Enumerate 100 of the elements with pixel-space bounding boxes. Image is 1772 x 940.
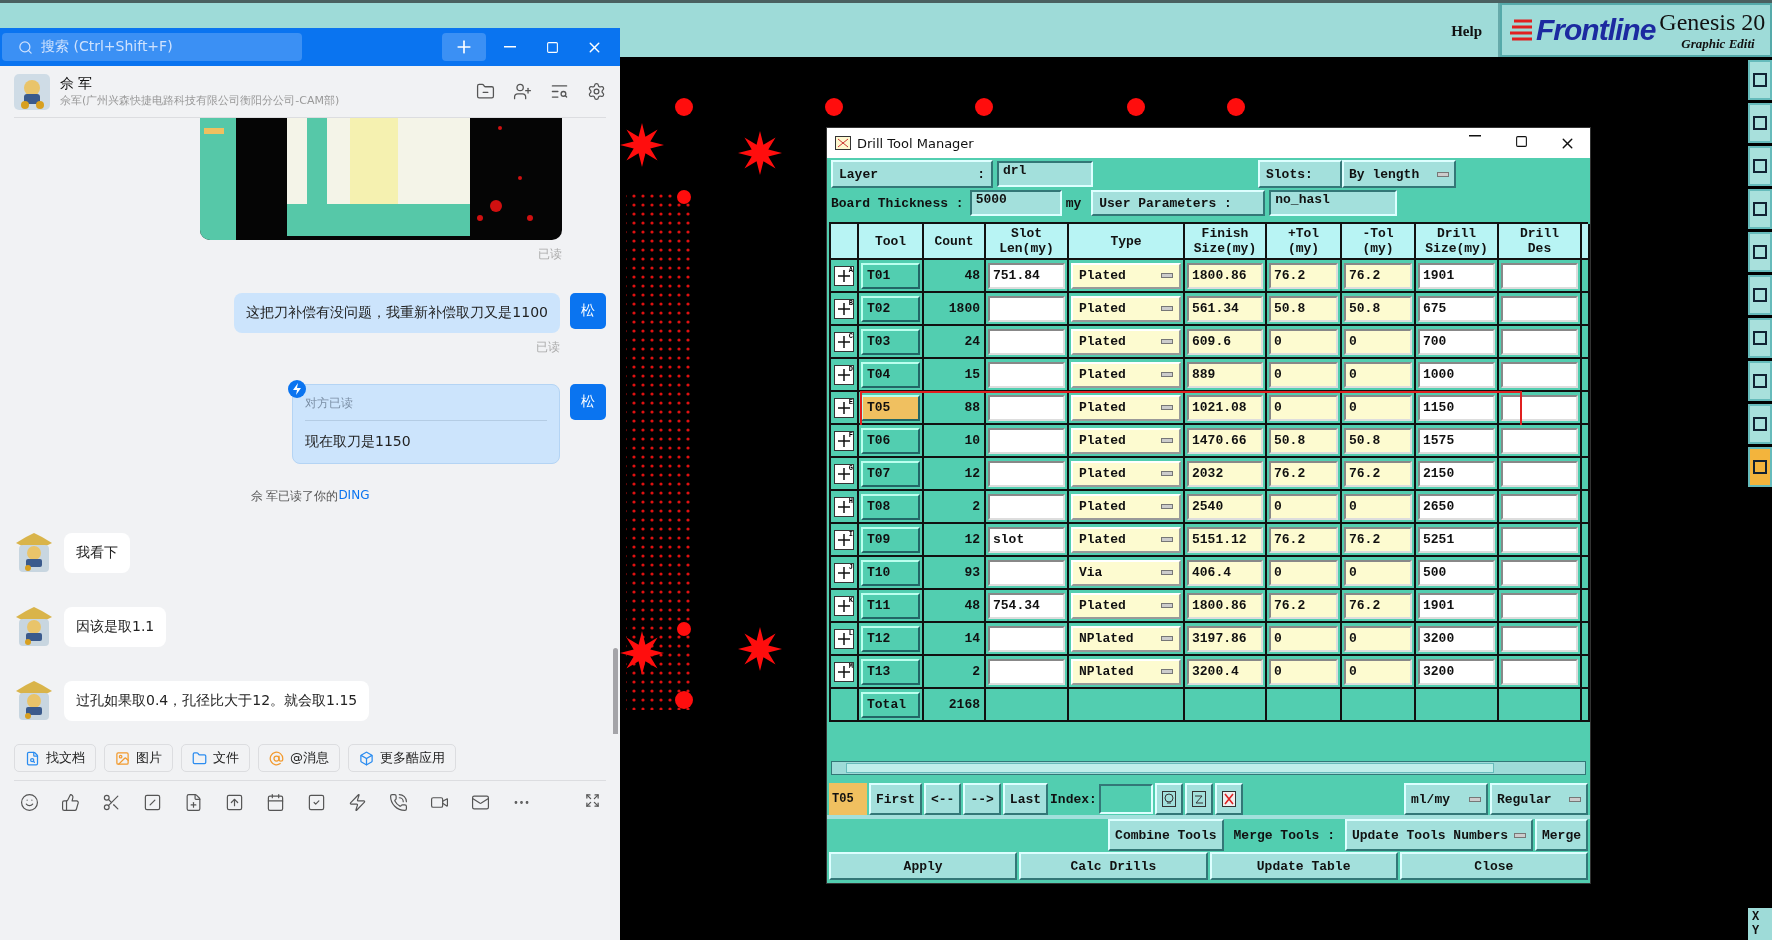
tool-button[interactable]: T13 (861, 658, 920, 685)
plus-tolerance-field[interactable]: 0 (1269, 559, 1338, 586)
drill-size-field[interactable]: 3200 (1418, 625, 1495, 652)
toolbar-button[interactable] (1748, 275, 1772, 315)
quick-action-button[interactable]: 找文档 (14, 744, 96, 772)
refresh-button[interactable] (1184, 783, 1213, 815)
mail-icon[interactable] (471, 793, 490, 812)
tool-button[interactable]: T10 (861, 559, 920, 586)
toolbar-button[interactable] (1748, 447, 1772, 487)
quick-action-button[interactable]: 图片 (104, 744, 173, 772)
tool-button[interactable]: T03 (861, 328, 920, 355)
tool-button[interactable]: T09 (861, 526, 920, 553)
toolbar-button[interactable] (1748, 404, 1772, 444)
drill-des-field[interactable] (1501, 394, 1578, 421)
add-user-icon[interactable] (513, 82, 532, 101)
drill-des-field[interactable] (1501, 295, 1578, 322)
phone-icon[interactable] (389, 793, 408, 812)
type-dropdown[interactable]: Plated (1071, 493, 1181, 520)
drill-des-field[interactable] (1501, 427, 1578, 454)
delete-button[interactable] (1214, 783, 1243, 815)
minus-tolerance-field[interactable]: 76.2 (1344, 592, 1412, 619)
type-dropdown[interactable]: Plated (1071, 427, 1181, 454)
type-dropdown[interactable]: Plated (1071, 592, 1181, 619)
help-menu[interactable]: Help (1451, 23, 1482, 40)
drill-des-field[interactable] (1501, 658, 1578, 685)
finish-size-field[interactable]: 2540 (1187, 493, 1263, 520)
merge-button[interactable]: Merge (1535, 819, 1588, 851)
plus-tolerance-field[interactable]: 76.2 (1269, 460, 1338, 487)
drill-size-field[interactable]: 700 (1418, 328, 1495, 355)
calendar-icon[interactable] (266, 793, 285, 812)
minus-tolerance-field[interactable]: 0 (1344, 625, 1412, 652)
drill-des-field[interactable] (1501, 592, 1578, 619)
drill-size-field[interactable]: 1901 (1418, 592, 1495, 619)
combine-tools-button[interactable]: Combine Tools (1108, 819, 1224, 851)
folder-icon[interactable] (476, 82, 495, 101)
toolbar-button[interactable] (1748, 60, 1772, 100)
total-button[interactable]: Total (861, 691, 920, 718)
emoji-icon[interactable] (20, 793, 39, 812)
checkbox-icon[interactable] (307, 793, 326, 812)
action-button[interactable]: Update Table (1209, 852, 1398, 880)
mode-dropdown[interactable]: Regular (1490, 783, 1588, 815)
slot-length-field[interactable] (988, 493, 1065, 520)
thickness-field[interactable]: 5000 (969, 190, 1062, 216)
type-dropdown[interactable]: NPlated (1071, 658, 1181, 685)
drill-des-field[interactable] (1501, 460, 1578, 487)
tool-button[interactable]: T11 (861, 592, 920, 619)
search-list-icon[interactable] (550, 82, 569, 101)
slot-length-field[interactable] (988, 328, 1065, 355)
toolbar-button[interactable] (1748, 232, 1772, 272)
plus-tolerance-field[interactable]: 50.8 (1269, 295, 1338, 322)
minus-tolerance-field[interactable]: 0 (1344, 559, 1412, 586)
drill-des-field[interactable] (1501, 493, 1578, 520)
quick-action-button[interactable]: 文件 (181, 744, 250, 772)
units-dropdown[interactable]: ml/my (1404, 783, 1488, 815)
type-dropdown[interactable]: Plated (1071, 295, 1181, 322)
plus-tolerance-field[interactable]: 0 (1269, 328, 1338, 355)
drill-size-field[interactable]: 1000 (1418, 361, 1495, 388)
drill-size-field[interactable]: 500 (1418, 559, 1495, 586)
horizontal-scrollbar[interactable] (831, 761, 1586, 775)
tool-button[interactable]: T08 (861, 493, 920, 520)
slot-length-field[interactable] (988, 559, 1065, 586)
finish-size-field[interactable]: 889 (1187, 361, 1263, 388)
drill-size-field[interactable]: 2650 (1418, 493, 1495, 520)
quick-action-button[interactable]: 更多酷应用 (348, 744, 456, 772)
expand-icon[interactable] (585, 793, 600, 808)
type-dropdown[interactable]: Plated (1071, 361, 1181, 388)
minus-tolerance-field[interactable]: 0 (1344, 493, 1412, 520)
ding-link[interactable]: DING (338, 488, 370, 505)
slot-length-field[interactable]: slot (988, 526, 1065, 553)
plus-tolerance-field[interactable]: 0 (1269, 394, 1338, 421)
drill-size-field[interactable]: 5251 (1418, 526, 1495, 553)
toolbar-button[interactable] (1748, 103, 1772, 143)
slot-length-field[interactable] (988, 460, 1065, 487)
thumbs-up-icon[interactable] (61, 793, 80, 812)
action-button[interactable]: Apply (829, 852, 1018, 880)
index-field[interactable] (1098, 784, 1153, 814)
slash-icon[interactable] (143, 793, 162, 812)
nav-button[interactable]: --> (963, 783, 1001, 815)
finish-size-field[interactable]: 3197.86 (1187, 625, 1263, 652)
minus-tolerance-field[interactable]: 0 (1344, 361, 1412, 388)
plus-tolerance-field[interactable]: 76.2 (1269, 592, 1338, 619)
minus-tolerance-field[interactable]: 76.2 (1344, 460, 1412, 487)
minus-tolerance-field[interactable]: 0 (1344, 394, 1412, 421)
toolbar-button[interactable] (1748, 361, 1772, 401)
plus-tolerance-field[interactable]: 0 (1269, 658, 1338, 685)
upload-icon[interactable] (225, 793, 244, 812)
plus-tolerance-field[interactable]: 76.2 (1269, 526, 1338, 553)
drill-size-field[interactable]: 1575 (1418, 427, 1495, 454)
add-button[interactable] (442, 33, 486, 61)
finish-size-field[interactable]: 609.6 (1187, 328, 1263, 355)
finish-size-field[interactable]: 5151.12 (1187, 526, 1263, 553)
slot-length-field[interactable] (988, 625, 1065, 652)
tool-button[interactable]: T07 (861, 460, 920, 487)
toolbar-button[interactable] (1748, 318, 1772, 358)
drill-des-field[interactable] (1501, 625, 1578, 652)
plus-tolerance-field[interactable]: 0 (1269, 493, 1338, 520)
scrollbar-thumb[interactable] (846, 763, 1494, 773)
minus-tolerance-field[interactable]: 0 (1344, 658, 1412, 685)
drill-des-field[interactable] (1501, 361, 1578, 388)
drill-size-field[interactable]: 1901 (1418, 262, 1495, 289)
